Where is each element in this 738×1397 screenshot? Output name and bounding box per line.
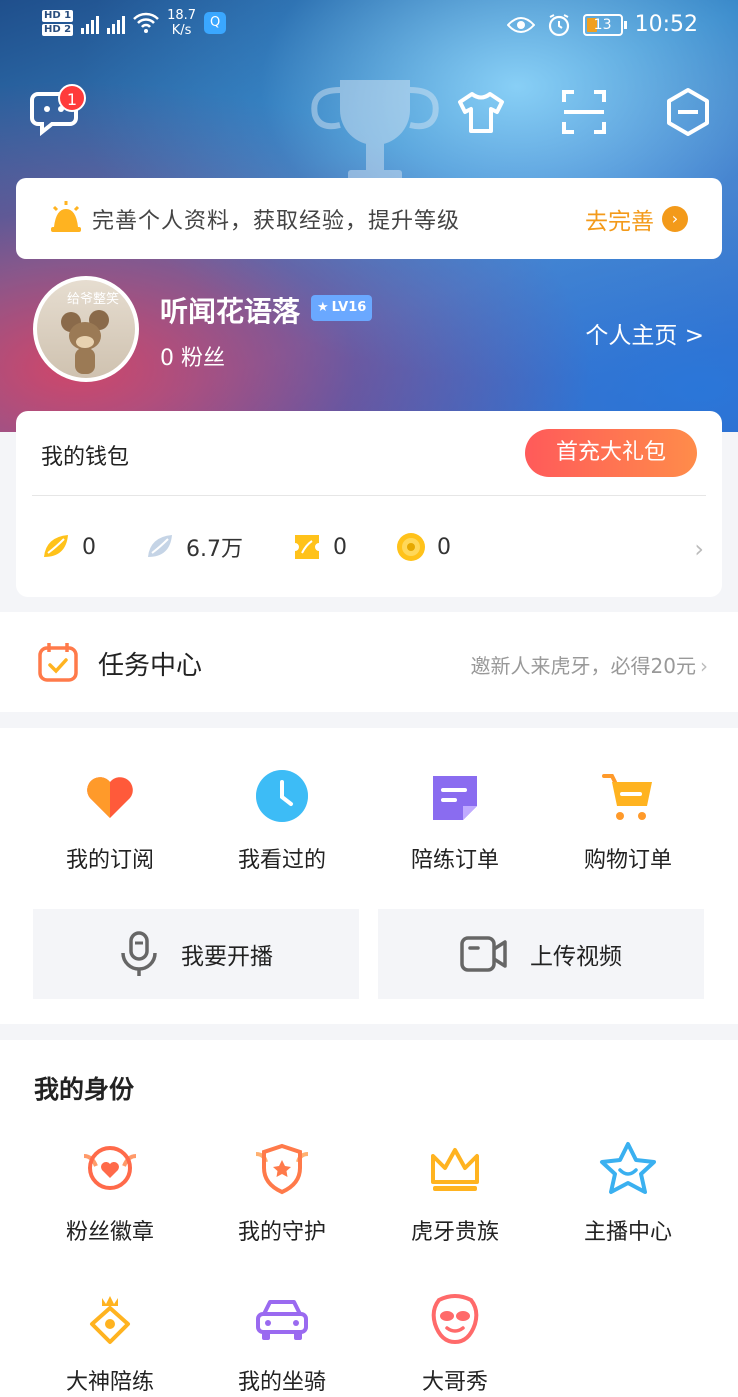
message-badge: 1 [58, 84, 86, 112]
ticket-balance[interactable]: 0 [291, 531, 347, 563]
bell-icon [51, 200, 81, 232]
star-icon: ★ [317, 300, 329, 315]
minus-hexagon-icon[interactable] [662, 86, 714, 138]
scan-icon[interactable] [558, 86, 610, 138]
big-brother-show-item[interactable]: 大哥秀 [369, 1290, 541, 1396]
network-speed: 18.7 K/s [167, 8, 197, 38]
fans-count[interactable]: 0 粉丝 [160, 340, 225, 372]
upload-video-button[interactable]: 上传视频 [378, 909, 704, 999]
task-center-row[interactable]: 任务中心 邀新人来虎牙，必得20元 › [0, 612, 738, 712]
start-live-button[interactable]: 我要开播 [33, 909, 359, 999]
sim1-label: HD 1 [42, 10, 74, 22]
heart-icon [87, 777, 133, 818]
silver-bean-icon [148, 535, 172, 557]
my-mount-item[interactable]: 我的坐骑 [196, 1290, 368, 1396]
fan-badge-icon [83, 1146, 137, 1190]
search-app-icon: Q [204, 12, 227, 34]
my-subscriptions-item[interactable]: 我的订阅 [24, 768, 196, 874]
level-badge: ★ LV16 [311, 295, 373, 321]
wallet-balances[interactable]: 0 6.7万 0 0 [40, 531, 499, 563]
master-coaching-item[interactable]: 大神陪练 [24, 1290, 196, 1396]
gold-bean-balance[interactable]: 0 [40, 531, 96, 563]
shopping-orders-item[interactable]: 购物订单 [542, 768, 714, 874]
alarm-icon [548, 13, 569, 36]
car-icon [256, 1300, 308, 1340]
sim-indicators: HD 1 HD 2 [42, 10, 74, 36]
guard-shield-icon [255, 1143, 309, 1195]
wallet-card: 我的钱包 首充大礼包 0 6.7万 0 0 › [16, 411, 722, 597]
huya-nobility-item[interactable]: 虎牙贵族 [369, 1140, 541, 1246]
username: 听闻花语落 [160, 295, 301, 328]
clock-time: 10:52 [634, 12, 698, 37]
star-icon [600, 1142, 656, 1194]
calendar-check-icon [38, 643, 78, 682]
crown-icon [431, 1148, 479, 1191]
note-icon [433, 776, 477, 820]
signal-icon [107, 12, 126, 34]
avatar[interactable]: 给爷整笑 [33, 276, 139, 382]
complete-profile-banner[interactable]: 完善个人资料，获取经验，提升等级 去完善 › [16, 178, 722, 259]
video-camera-icon [460, 936, 507, 972]
identity-title: 我的身份 [34, 1075, 135, 1104]
coin-balance[interactable]: 0 [395, 531, 451, 563]
chevron-right-icon: › [662, 206, 688, 232]
microphone-icon [121, 931, 157, 976]
fan-badge-item[interactable]: 粉丝徽章 [24, 1140, 196, 1246]
sim2-label: HD 2 [42, 24, 74, 36]
status-bar: HD 1 HD 2 18.7 K/s Q 13 10:52 [0, 0, 738, 60]
my-identity-panel: 我的身份 粉丝徽章 我的守护 虎牙贵族 主播中心 大神陪练 我的坐骑 大哥秀 [0, 1040, 738, 1397]
my-guard-item[interactable]: 我的守护 [196, 1140, 368, 1246]
sunglasses-face-icon [431, 1294, 479, 1345]
task-center-title: 任务中心 [98, 651, 203, 681]
signal-icon [81, 12, 100, 34]
tshirt-icon[interactable] [455, 86, 507, 138]
watch-history-item[interactable]: 我看过的 [196, 768, 368, 874]
eye-icon [506, 16, 535, 33]
divider [32, 495, 706, 496]
cart-icon [602, 774, 652, 820]
coaching-orders-item[interactable]: 陪练订单 [369, 768, 541, 874]
streamer-center-item[interactable]: 主播中心 [542, 1140, 714, 1246]
first-recharge-button[interactable]: 首充大礼包 [525, 429, 697, 477]
chevron-right-icon: › [700, 654, 708, 678]
master-badge-icon [90, 1296, 130, 1344]
coin-icon [397, 533, 425, 561]
gold-bean-icon [44, 535, 68, 557]
silver-bean-balance[interactable]: 6.7万 [144, 531, 243, 563]
personal-homepage-link[interactable]: 个人主页 > [585, 316, 704, 350]
complete-profile-link[interactable]: 去完善 › [585, 202, 688, 236]
wallet-title[interactable]: 我的钱包 [41, 439, 129, 471]
banner-text: 完善个人资料，获取经验，提升等级 [92, 208, 461, 234]
battery-indicator: 13 [582, 13, 627, 36]
mouse-character-image [61, 310, 109, 374]
task-center-hint: 邀新人来虎牙，必得20元 › [470, 654, 708, 678]
clock-icon [256, 770, 308, 822]
ticket-icon [295, 535, 319, 559]
quick-actions-panel: 我的订阅 我看过的 陪练订单 购物订单 我要开播 上传视频 [0, 728, 738, 1024]
wifi-icon [133, 12, 159, 33]
chevron-right-icon[interactable]: › [694, 535, 704, 563]
